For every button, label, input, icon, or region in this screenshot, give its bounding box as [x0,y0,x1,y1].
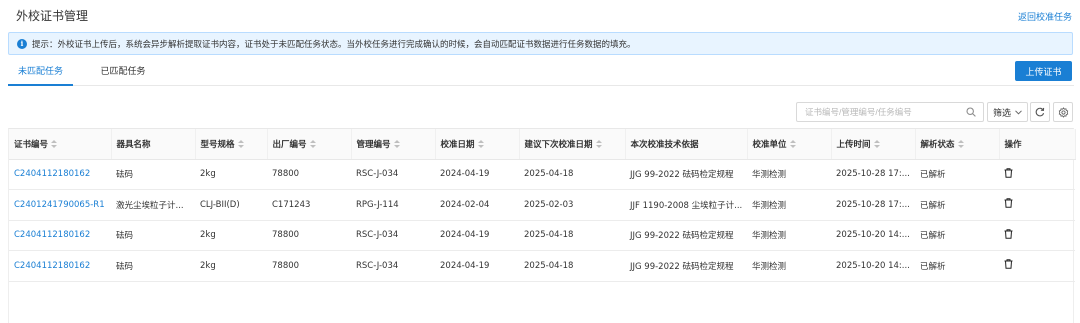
table-row: C2404112180162 砝码 2kg 78800 RSC-J-034 20… [9,159,1075,190]
calibration-unit-cell: 华测检测 [747,250,831,282]
serial-no-cell: 78800 [267,159,351,190]
calibration-unit-cell: 华测检测 [747,159,831,190]
model-cell: CLJ-BII(D) [195,189,267,221]
management-no-cell: RSC-J-034 [351,250,435,282]
parse-status-cell: 已解析 [915,220,999,251]
model-cell: 2kg [195,250,267,282]
upload-time-cell: 2025-10-28 17:... [831,189,915,221]
cert-no-link[interactable]: C2404112180162 [9,220,111,251]
table-row: C2401241790065-R1 激光尘埃粒子计... CLJ-BII(D) … [9,189,1075,221]
info-icon: i [17,38,27,49]
column-header-upload-time[interactable]: 上传时间 [831,129,916,160]
serial-no-cell: 78800 [267,250,351,282]
next-calibration-date-cell: 2025-04-18 [519,250,625,282]
management-no-cell: RSC-J-034 [351,159,435,190]
column-header-calibration-unit[interactable]: 校准单位 [747,129,832,160]
instrument-name-cell: 砝码 [111,220,195,251]
sort-icon[interactable] [789,139,796,149]
sort-icon[interactable] [237,139,244,149]
sort-icon[interactable] [309,139,316,149]
column-header-model[interactable]: 型号规格 [195,129,268,160]
upload-time-cell: 2025-10-20 14:... [831,220,915,251]
serial-no-cell: C171243 [267,189,351,221]
search-icon[interactable] [966,107,976,117]
actions-cell [999,189,1075,221]
delete-icon[interactable] [1004,259,1013,270]
delete-icon[interactable] [1004,198,1013,209]
alert-text: 提示：外校证书上传后，系统会异步解析提取证书内容，证书处于未匹配任务状态。当外校… [32,39,636,50]
management-no-cell: RSC-J-034 [351,220,435,251]
sort-icon[interactable] [393,139,400,149]
column-header-management-no[interactable]: 管理编号 [351,129,436,160]
column-header-cert-no[interactable]: 证书编号 [9,129,112,160]
next-calibration-date-cell: 2025-04-18 [519,159,625,190]
tab-bar: 未匹配任务 已匹配任务 [8,59,1074,86]
calibration-date-cell: 2024-02-04 [435,189,519,221]
chevron-down-icon [1015,109,1022,115]
sort-icon[interactable] [957,139,964,149]
upload-certificate-button[interactable]: 上传证书 [1015,61,1072,81]
calibration-date-cell: 2024-04-19 [435,250,519,282]
delete-icon[interactable] [1004,168,1013,178]
next-calibration-date-cell: 2025-04-18 [519,220,625,251]
certificate-table: 证书编号 器具名称 型号规格 出厂编号 管理编号 校准日期 建议下次校准日期 本… [8,128,1076,323]
sort-icon[interactable] [51,139,58,149]
actions-cell [999,220,1075,251]
parse-status-cell: 已解析 [915,159,999,190]
upload-time-cell: 2025-10-20 14:... [831,250,915,282]
management-no-cell: RPG-J-114 [351,189,435,221]
serial-no-cell: 78800 [267,220,351,251]
back-to-tasks-link[interactable]: 返回校准任务 [1018,10,1072,23]
actions-cell [999,250,1075,282]
instrument-name-cell: 激光尘埃粒子计... [111,189,195,221]
column-header-actions: 操作 [999,129,1076,160]
cert-no-link[interactable]: C2404112180162 [9,250,111,282]
column-header-next-calibration-date[interactable]: 建议下次校准日期 [519,129,626,160]
search-box [796,102,984,122]
column-header-calibration-date[interactable]: 校准日期 [435,129,520,160]
technical-basis-cell: JJG 99-2022 砝码检定规程 [625,159,747,190]
parse-status-cell: 已解析 [915,189,999,221]
table-row: C2404112180162 砝码 2kg 78800 RSC-J-034 20… [9,250,1075,282]
filter-label: 筛选 [992,108,1011,119]
technical-basis-cell: JJG 99-2022 砝码检定规程 [625,250,747,282]
instrument-name-cell: 砝码 [111,159,195,190]
info-alert: i 提示：外校证书上传后，系统会异步解析提取证书内容，证书处于未匹配任务状态。当… [8,32,1073,55]
parse-status-cell: 已解析 [915,250,999,282]
sort-icon[interactable] [595,139,602,149]
calibration-unit-cell: 华测检测 [747,189,831,221]
sort-icon[interactable] [873,139,880,149]
search-input[interactable] [805,107,965,117]
table-header-row: 证书编号 器具名称 型号规格 出厂编号 管理编号 校准日期 建议下次校准日期 本… [9,129,1076,160]
page-title: 外校证书管理 [16,9,89,23]
instrument-name-cell: 砝码 [111,250,195,282]
gear-icon [1058,106,1068,118]
next-calibration-date-cell: 2025-02-03 [519,189,625,221]
column-header-parse-status[interactable]: 解析状态 [915,129,1000,160]
column-header-technical-basis: 本次校准技术依据 [625,129,748,160]
column-settings-button[interactable] [1053,102,1073,122]
technical-basis-cell: JJF 1190-2008 尘埃粒子计... [625,189,747,221]
sort-icon[interactable] [477,139,484,149]
cert-no-link[interactable]: C2404112180162 [9,159,111,190]
refresh-icon [1035,107,1045,117]
cert-no-link[interactable]: C2401241790065-R1 [9,189,111,221]
model-cell: 2kg [195,220,267,251]
calibration-date-cell: 2024-04-19 [435,220,519,251]
upload-time-cell: 2025-10-28 17:... [831,159,915,190]
actions-cell [999,159,1075,190]
tab-matched[interactable]: 已匹配任务 [88,64,158,84]
column-header-instrument-name: 器具名称 [111,129,196,160]
table-row: C2404112180162 砝码 2kg 78800 RSC-J-034 20… [9,220,1075,251]
refresh-button[interactable] [1030,102,1050,122]
model-cell: 2kg [195,159,267,190]
calibration-date-cell: 2024-04-19 [435,159,519,190]
tab-unmatched[interactable]: 未匹配任务 [8,64,73,86]
technical-basis-cell: JJG 99-2022 砝码检定规程 [625,220,747,251]
column-header-serial-no[interactable]: 出厂编号 [267,129,352,160]
delete-icon[interactable] [1004,229,1013,239]
calibration-unit-cell: 华测检测 [747,220,831,251]
filter-button[interactable]: 筛选 [987,102,1028,122]
